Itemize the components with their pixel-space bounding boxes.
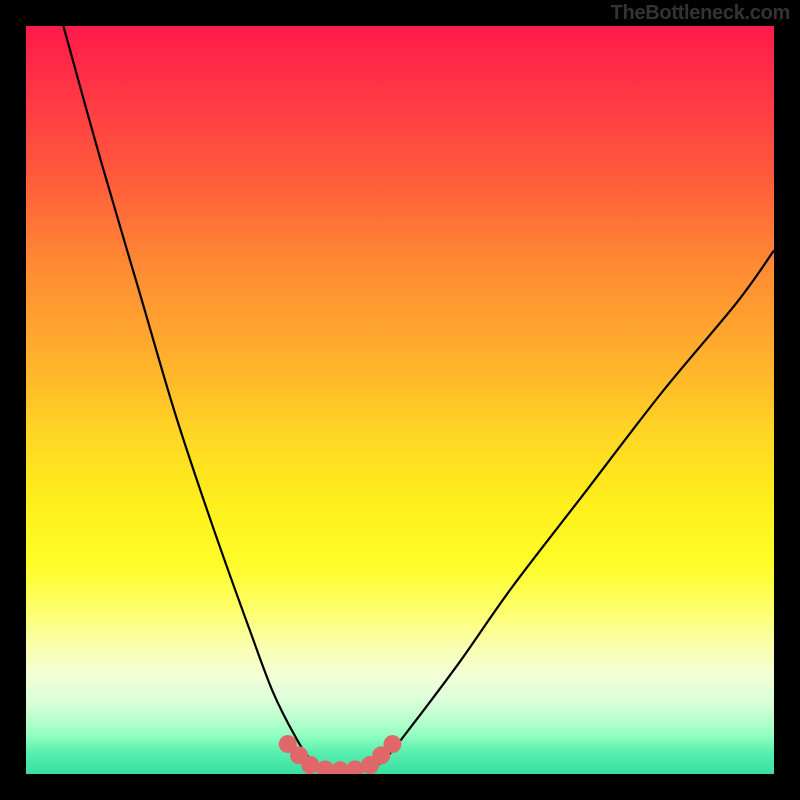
plot-area xyxy=(26,26,774,774)
watermark-text: TheBottleneck.com xyxy=(611,2,790,25)
chart-container: TheBottleneck.com xyxy=(0,0,800,800)
marker-dot xyxy=(384,735,402,753)
curve-svg xyxy=(26,26,774,774)
bottleneck-curve xyxy=(63,26,774,771)
